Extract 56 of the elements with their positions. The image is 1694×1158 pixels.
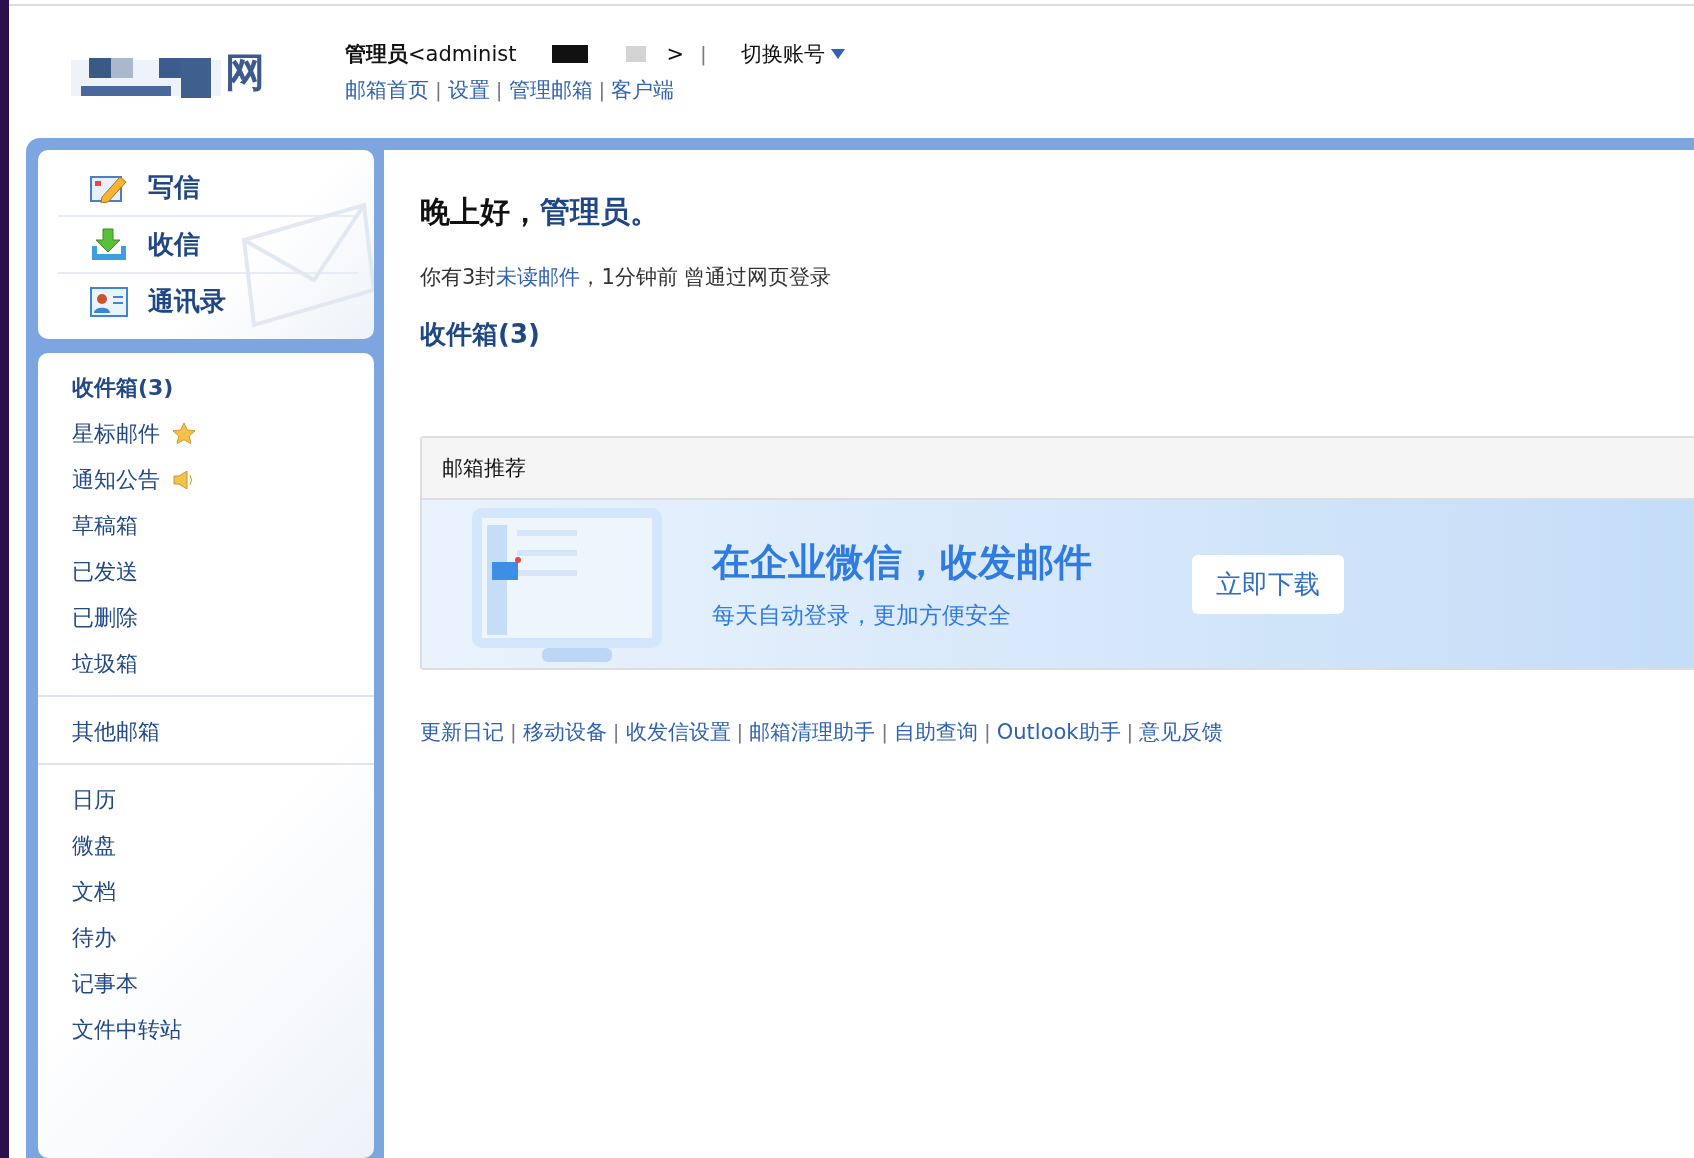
folder-link[interactable]: 记事本 — [72, 961, 138, 1007]
footer-link[interactable]: 邮箱清理助手 — [749, 718, 876, 746]
folder-link[interactable]: 已发送 — [72, 549, 138, 595]
folder-link[interactable]: 收件箱(3) — [72, 365, 174, 411]
separator: | — [434, 78, 443, 102]
footer-link[interactable]: 更新日记 — [420, 718, 504, 746]
action-button[interactable]: 收信 — [58, 217, 358, 274]
contact-card-icon — [90, 286, 128, 317]
banner-subtitle: 每天自动登录，更加方便安全 — [712, 601, 1012, 630]
logo-text: 网 — [225, 47, 265, 97]
separator: | — [1125, 720, 1135, 744]
user-name: 管理员 — [345, 41, 408, 68]
nav-link[interactable]: 邮箱首页 — [345, 76, 429, 104]
separator: | — [597, 78, 607, 102]
switch-account-button[interactable]: 切换账号 — [740, 40, 845, 68]
action-button[interactable]: 通讯录 — [58, 274, 358, 329]
footer-link[interactable]: 自助查询 — [894, 718, 978, 746]
nav-link[interactable]: 设置 — [447, 76, 490, 104]
nav-link[interactable]: 管理邮箱 — [508, 76, 593, 104]
unread-link[interactable]: 未读邮件 — [496, 265, 581, 289]
footer-link[interactable]: 意见反馈 — [1139, 718, 1224, 746]
separator: | — [699, 42, 708, 66]
folder-link[interactable]: 待办 — [72, 915, 116, 961]
folder-link[interactable]: 垃圾箱 — [72, 641, 138, 687]
user-email: <administ — [408, 42, 517, 66]
folder-link[interactable]: 其他邮箱 — [72, 709, 160, 755]
status-text: 你有3封未读邮件，1分钟前 曾通过网页登录 — [420, 264, 833, 291]
star-icon — [172, 422, 196, 446]
footer-link[interactable]: Outlook助手 — [996, 718, 1121, 746]
speaker-icon — [172, 469, 194, 491]
folder-link[interactable]: 草稿箱 — [72, 503, 138, 549]
panel-title: 邮箱推荐 — [422, 438, 1694, 500]
greeting: 晚上好，管理员。 — [420, 193, 661, 231]
caret-icon — [830, 49, 845, 59]
folder-link[interactable]: 日历 — [72, 777, 116, 823]
folder-link[interactable]: 星标邮件 — [72, 411, 196, 457]
download-button[interactable]: 立即下载 — [1192, 554, 1344, 614]
separator: | — [983, 720, 992, 744]
email-bracket: > — [666, 42, 684, 66]
folder-link[interactable]: 文件中转站 — [72, 1007, 182, 1053]
folder-link[interactable]: 通知公告 — [72, 457, 194, 503]
nav-link[interactable]: 客户端 — [611, 76, 675, 104]
separator: | — [494, 78, 504, 102]
action-button[interactable]: 写信 — [58, 160, 358, 217]
separator: | — [611, 720, 621, 744]
inbox-link[interactable]: 收件箱(3) — [420, 317, 540, 352]
separator: | — [880, 720, 889, 744]
inbox-download-icon — [90, 227, 128, 262]
footer-link[interactable]: 移动设备 — [522, 718, 607, 746]
separator: | — [735, 720, 745, 744]
folder-link[interactable]: 已删除 — [72, 595, 138, 641]
footer-link[interactable]: 收发信设置 — [625, 718, 731, 746]
folder-link[interactable]: 微盘 — [72, 823, 116, 869]
banner-headline: 在企业微信，收发邮件 — [712, 539, 1092, 586]
folder-link[interactable]: 文档 — [72, 869, 116, 915]
separator: | — [509, 720, 518, 744]
